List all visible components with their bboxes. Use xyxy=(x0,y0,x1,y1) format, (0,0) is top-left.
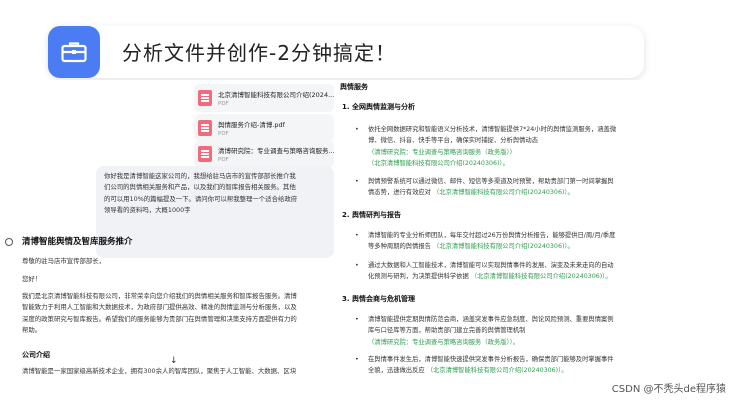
bullet-item: 清博智能的专业分析师团队，每年交付超过26万份舆情分析报告，能够提供日/周/月/… xyxy=(354,230,666,253)
bullet-text: 情态势，进行有效应对 xyxy=(368,189,431,197)
pdf-file-icon xyxy=(198,146,212,162)
bullet-text: 库与口径库等方面，帮助贵部门建立完善的舆情管理机制 xyxy=(368,327,526,335)
pdf-file-icon xyxy=(198,90,212,106)
user-message-line: 的可以用10%的篇幅提及一下。请问你可以帮我整理一个适合给政府 xyxy=(104,194,298,203)
response-title: 清博智能舆情及智库服务推介 xyxy=(22,237,133,247)
section-subtitle: 公司介绍 xyxy=(22,351,50,359)
file-name: 舆情服务介绍-清博.pdf xyxy=(218,121,285,129)
file-name: 北京清博智能科技有限公司介绍(2024... xyxy=(218,91,334,99)
source-link[interactable]: （北京清博智能科技有限公司介绍(20240306)）。 xyxy=(433,243,574,250)
section-title: 2. 舆情研判与报告 xyxy=(342,211,401,219)
bullet-item: 通过大数据和人工智能技术，清博智能可以实现舆情事件的发展、演变及未来走向的自动 … xyxy=(354,260,666,283)
intro-line: 智能致力于利用人工智能和大数据技术，为政府部门提供高效、精准的舆情监测与分析服务… xyxy=(22,303,297,312)
section-title: 1. 全网舆情监测与分析 xyxy=(342,103,415,111)
bullet-text: 等多种周期的舆情报告 xyxy=(368,243,431,251)
briefcase-icon xyxy=(48,26,100,78)
doc-heading: 舆情服务 xyxy=(340,83,368,91)
file-card[interactable]: 清博研究院：专业调查与策略咨询服务... PDF xyxy=(194,140,334,168)
assistant-icon xyxy=(5,238,13,246)
title-banner: 分析文件并创作-2分钟搞定！ xyxy=(48,26,644,78)
bullet-item: 清博智能提供定期舆情防范会商，涵盖突发事件应急制度、舆论风险预测、重要舆情案例 … xyxy=(354,314,666,348)
bullet-text: 清博智能的专业分析师团队，每年交付超过26万份舆情分析报告，能够提供日/周/月/… xyxy=(368,232,616,239)
intro-paragraph: 我们是北京清博智能科技有限公司，非常荣幸向您介绍我们的舆情相关服务和智库报告服务… xyxy=(22,291,332,337)
scroll-down-icon[interactable]: ↓ xyxy=(170,356,178,366)
hello-text: 您好！ xyxy=(22,275,42,283)
bullet-item: 依托全网数据研究和智能语义分析技术，清博智能提供7*24小时的舆情监测服务，涵盖… xyxy=(354,124,666,170)
user-message-line: 领导看的资料吗，大概1000字 xyxy=(104,206,191,215)
user-message-line: 们公司的舆情相关服务和产品，以及我们的智库报告相关服务。其他 xyxy=(104,183,296,192)
file-type: PDF xyxy=(218,131,229,137)
bullet-text: 博、微信、抖音、快手等平台，确保实时捕捉、分析舆情动态 xyxy=(368,137,539,145)
greeting: 尊敬的驻马店市宣传部部长， xyxy=(22,257,106,265)
company-intro-line: 清博智能是一家国家级高新技术企业，拥有300余人的智库团队，聚焦于人工智能、大数… xyxy=(22,367,297,375)
section-title: 3. 舆情会商与危机管理 xyxy=(342,295,415,303)
bullet-text: 全貌，迅速做出反应 xyxy=(368,367,425,375)
source-link[interactable]: （清博研究院：专业调查与策略咨询服务（政务版）） xyxy=(368,147,666,158)
source-link[interactable]: （北京清博智能科技有限公司介绍(20240306)）。 xyxy=(433,189,574,196)
bullet-text: 化预测与研判，为决策提供科学依据 xyxy=(368,273,469,281)
bullet-text: 通过大数据和人工智能技术，清博智能可以实现舆情事件的发展、演变及未来走向的自动 xyxy=(368,262,614,269)
file-name: 清博研究院：专业调查与策略咨询服务... xyxy=(218,147,334,155)
source-link[interactable]: （北京清博智能科技有限公司介绍(20240306)）。 xyxy=(427,367,568,374)
file-type: PDF xyxy=(218,157,229,163)
bullet-item: 舆情预警系统可以通过微信、邮件、短信等多渠道及时预警，帮助贵部门第一时间掌握舆 … xyxy=(354,176,666,199)
chat-panel: 北京清博智能科技有限公司介绍(2024... PDF 舆情服务介绍-清博.pdf… xyxy=(0,80,340,403)
watermark: CSDN @不秃头de程序猿 xyxy=(611,384,726,395)
document-panel: 舆情服务 1. 全网舆情监测与分析 依托全网数据研究和智能语义分析技术，清博智能… xyxy=(340,80,680,403)
intro-line: 深度的政策研究与智库报告。希望我们的服务能够为贵部门在舆情管理和决策支持方面提供… xyxy=(22,314,297,323)
bullet-text: 清博智能提供定期舆情防范会商，涵盖突发事件应急制度、舆论风险预测、重要舆情案例 xyxy=(368,316,614,323)
bullet-text: 舆情预警系统可以通过微信、邮件、短信等多渠道及时预警，帮助贵部门第一时间掌握舆 xyxy=(368,178,614,185)
file-card[interactable]: 北京清博智能科技有限公司介绍(2024... PDF xyxy=(194,84,334,112)
intro-line: 我们是北京清博智能科技有限公司，非常荣幸向您介绍我们的舆情相关服务和智库报告服务… xyxy=(22,292,297,300)
bullet-item: 在舆情事件发生后，清博智能快速提供突发事件分析报告，确保贵部门能够及时掌握事件 … xyxy=(354,354,666,377)
banner-title: 分析文件并创作-2分钟搞定！ xyxy=(122,41,396,65)
bullet-text: 依托全网数据研究和智能语义分析技术，清博智能提供7*24小时的舆情监测服务，涵盖… xyxy=(368,126,617,133)
source-link[interactable]: （北京清博智能科技有限公司介绍(20240306)）。 xyxy=(471,273,612,280)
user-message-line: 你好我是清博智能这家公司的，我想给驻马店市的宣传部部长推介我 xyxy=(104,172,296,180)
file-type: PDF xyxy=(218,101,229,107)
file-card[interactable]: 舆情服务介绍-清博.pdf PDF xyxy=(194,114,334,142)
pdf-file-icon xyxy=(198,120,212,136)
intro-line: 帮助。 xyxy=(22,326,42,335)
source-link[interactable]: （清博研究院：专业调查与策略咨询服务（政务版））。 xyxy=(368,337,666,348)
source-link[interactable]: （北京清博智能科技有限公司介绍(20240306)）。 xyxy=(368,158,666,169)
bullet-text: 在舆情事件发生后，清博智能快速提供突发事件分析报告，确保贵部门能够及时掌握事件 xyxy=(368,356,614,363)
